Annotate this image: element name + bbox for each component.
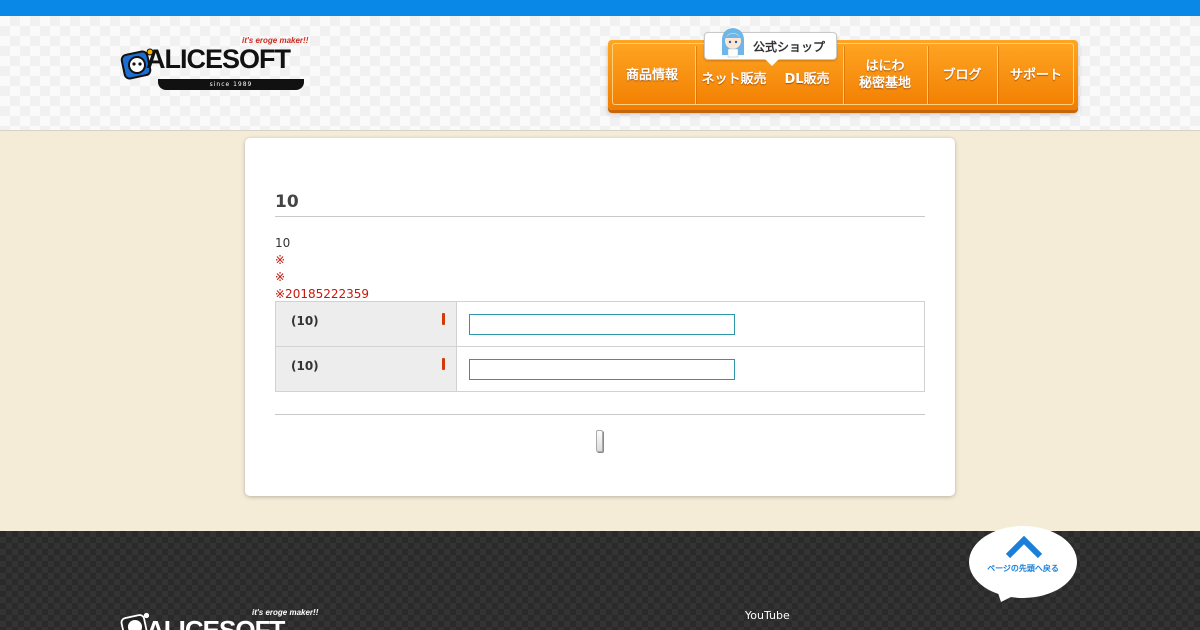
official-shop-label: 公式ショップ (753, 40, 826, 54)
logo-wordmark: ALICESOFT (146, 44, 291, 74)
chevron-up-icon (1005, 535, 1043, 559)
youtube-link[interactable]: YouTube (745, 609, 790, 622)
nav-item-support[interactable]: サポート (998, 40, 1074, 110)
note-line: ※ (275, 253, 286, 267)
form-value-cell (456, 301, 925, 347)
form-label-cell: (10) (275, 346, 457, 392)
nav-item-haniwa-base[interactable]: はにわ 秘密基地 (844, 40, 926, 110)
nav-item-label-line2: 秘密基地 (858, 76, 911, 91)
text-input-1[interactable] (469, 314, 735, 335)
nav-item-label: サポート (1009, 67, 1062, 83)
title-divider (275, 216, 925, 217)
official-shop-badge[interactable]: 公式ショップ (704, 28, 837, 66)
nav-item-blog[interactable]: ブログ (928, 40, 996, 110)
footer-logo-wordmark: ALICESOFT (146, 615, 285, 630)
nav-item-products[interactable]: 商品情報 (608, 40, 696, 110)
required-marker (442, 358, 445, 370)
badge-pointer (765, 59, 779, 66)
form-row: (10) (275, 301, 925, 347)
form-label-cell: (10) (275, 301, 457, 347)
main-card: 10 10 ※ ※ ※20185222359 (10) (10) (245, 138, 955, 496)
nav-item-label: ネット販売 (701, 71, 767, 87)
form-divider (275, 414, 925, 415)
field-label: (10) (291, 359, 319, 373)
global-nav: 商品情報 ネット販売 DL販売 はにわ 秘密基地 ブログ サポート (608, 40, 1078, 110)
nav-item-label: ブログ (942, 67, 982, 83)
page-title: 10 (275, 192, 299, 212)
text-input-2[interactable] (469, 359, 735, 380)
submit-button[interactable] (596, 430, 603, 452)
form-value-cell (456, 346, 925, 392)
site-logo[interactable]: it's eroge maker!! ALICESOFT since 1989 (120, 34, 320, 96)
footer-logo[interactable]: it's eroge maker!! ALICESOFT (120, 606, 320, 630)
form-table: (10) (10) (275, 301, 925, 392)
page-top-button[interactable]: ページの先頭へ戻る (967, 524, 1079, 604)
intro-text: 10 (275, 236, 291, 250)
top-accent-bar (0, 0, 1200, 16)
field-label: (10) (291, 314, 319, 328)
logo-since: since 1989 (158, 79, 304, 90)
form-row: (10) (275, 346, 925, 392)
required-marker (442, 313, 445, 325)
nav-item-label-line1: はにわ (865, 59, 905, 74)
note-line: ※ (275, 270, 286, 284)
nav-item-label: DL販売 (784, 71, 830, 87)
nav-item-label: 商品情報 (625, 67, 678, 83)
shop-girl-icon (721, 28, 745, 58)
page-top-label: ページの先頭へ戻る (987, 564, 1059, 573)
